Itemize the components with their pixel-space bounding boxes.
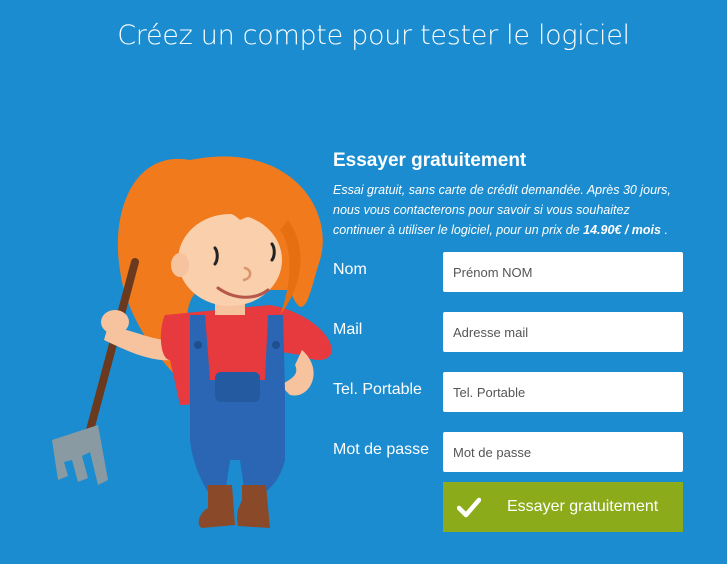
phone-input[interactable]: [443, 372, 683, 412]
mail-row: Mail: [333, 312, 683, 352]
submit-label: Essayer gratuitement: [507, 498, 659, 515]
email-input[interactable]: [443, 312, 683, 352]
page-title: Créez un compte pour tester le logiciel: [117, 20, 630, 51]
form-heading: Essayer gratuitement: [333, 150, 527, 171]
price-text: 14.90€ / mois: [583, 223, 661, 237]
trial-form-intro: Essayer gratuitement Essai gratuit, sans…: [333, 150, 693, 240]
farmer-girl-illustration: [52, 156, 332, 528]
phone-label: Tel. Portable: [333, 381, 422, 398]
name-row: Nom: [333, 252, 683, 292]
password-row: Mot de passe: [333, 432, 683, 472]
submit-button[interactable]: Essayer gratuitement: [443, 482, 683, 532]
check-icon: [457, 497, 481, 518]
form-description: Essai gratuit, sans carte de crédit dema…: [333, 180, 683, 240]
phone-row: Tel. Portable: [333, 372, 683, 412]
name-label: Nom: [333, 261, 367, 278]
description-end: .: [664, 223, 668, 237]
mail-label: Mail: [333, 321, 363, 338]
name-input[interactable]: [443, 252, 683, 292]
password-input[interactable]: [443, 432, 683, 472]
password-label: Mot de passe: [333, 441, 430, 458]
